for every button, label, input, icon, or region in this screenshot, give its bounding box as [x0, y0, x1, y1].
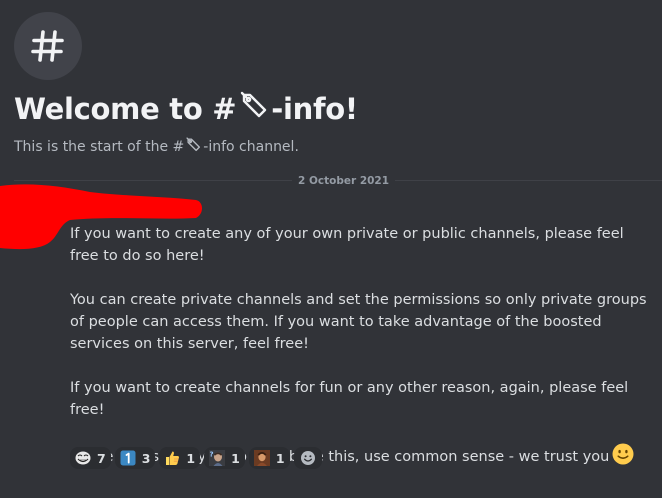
svg-text:?: ?: [210, 451, 214, 459]
message-paragraph: If you want to create channels for fun o…: [70, 380, 629, 418]
reactions-bar: 7 3 1 ? 1 1: [70, 447, 322, 469]
reaction-count: 1: [275, 450, 285, 466]
label-tag-icon-small: [186, 137, 202, 157]
add-reaction-icon: [300, 451, 315, 465]
channel-hash-icon-circle: [14, 12, 82, 80]
reaction-custom-portrait[interactable]: 1: [248, 447, 290, 469]
label-tag-icon: [240, 91, 270, 128]
reaction-keycap-one[interactable]: 3: [114, 447, 156, 469]
reaction-troll-face[interactable]: 7: [70, 447, 111, 469]
message-paragraph: If you want to create any of your own pr…: [70, 226, 624, 264]
channel-welcome-view: Welcome to # -info! This is the start of…: [0, 0, 662, 498]
message-content: If you want to create any of your own pr…: [70, 223, 650, 472]
reaction-count: 1: [231, 450, 240, 466]
keycap-one-icon: [120, 450, 136, 466]
channel-start-prefix: This is the start of the #: [14, 139, 185, 155]
reaction-thumbs-up[interactable]: 1: [159, 447, 201, 469]
message-paragraph: You can create private channels and set …: [70, 292, 647, 352]
hash-icon: [31, 30, 64, 62]
add-reaction-button[interactable]: [293, 447, 322, 469]
reaction-count: 7: [97, 450, 106, 466]
thumbs-up-icon: [166, 451, 180, 465]
channel-start-suffix: -info channel.: [203, 139, 299, 155]
portrait-emoji-icon: [253, 450, 270, 466]
welcome-heading-prefix: Welcome to #: [14, 92, 237, 126]
channel-start-text: This is the start of the # -info channel…: [14, 136, 299, 158]
reaction-count: 1: [186, 450, 196, 466]
reaction-count: 3: [141, 450, 151, 466]
reaction-custom-person-question[interactable]: ? 1: [204, 447, 245, 469]
person-question-emoji-icon: ?: [209, 450, 226, 466]
welcome-heading: Welcome to # -info!: [14, 88, 358, 130]
divider-date: 2 October 2021: [292, 172, 396, 190]
welcome-heading-suffix: -info!: [271, 92, 358, 126]
slightly-smiling-face-icon: [612, 443, 634, 472]
troll-face-icon: [75, 451, 91, 465]
